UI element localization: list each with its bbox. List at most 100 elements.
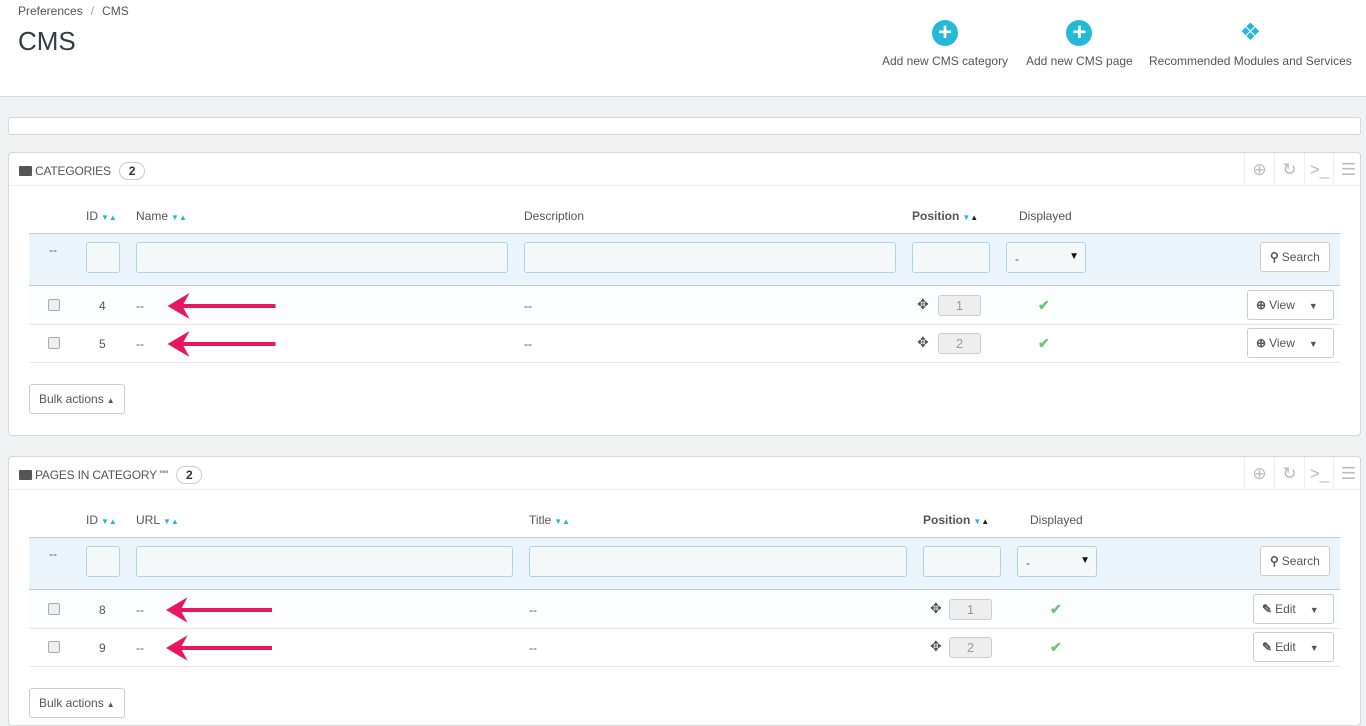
zoom-in-icon: ⊕	[1256, 298, 1267, 312]
column-header-name[interactable]: Name ▼▲	[136, 209, 187, 223]
row-url: --	[136, 641, 144, 655]
sort-asc-icon[interactable]: ▲	[970, 213, 978, 222]
column-header-label: Displayed	[1030, 513, 1083, 527]
sort-desc-icon[interactable]: ▼	[101, 213, 109, 222]
search-button[interactable]: ⚲ Search	[1260, 242, 1330, 272]
sort-asc-icon[interactable]: ▲	[109, 517, 117, 526]
refresh-icon[interactable]: ↻	[1274, 153, 1304, 186]
row-checkbox[interactable]	[48, 641, 60, 653]
column-header-id[interactable]: ID ▼▲	[86, 209, 117, 223]
pencil-icon: ✎	[1262, 640, 1273, 654]
sort-asc-icon[interactable]: ▲	[562, 517, 570, 526]
plus-circle-icon: +	[932, 20, 959, 46]
position-value: 1	[938, 295, 981, 316]
move-handle-icon[interactable]: ✥	[917, 296, 929, 313]
filter-row: -- - ▼ ⚲ Search	[29, 233, 1340, 286]
column-header-url[interactable]: URL ▼▲	[136, 513, 179, 527]
filter-position-input[interactable]	[912, 242, 990, 273]
column-header-id[interactable]: ID ▼▲	[86, 513, 117, 527]
row-checkbox[interactable]	[48, 603, 60, 615]
filter-displayed-select[interactable]: - ▼	[1017, 546, 1097, 577]
table-row: 8 -- -- ✥ 1 ✔ ✎ Edit ▼	[29, 591, 1340, 629]
chevron-down-icon: ▼	[1080, 555, 1090, 566]
breadcrumb-preferences[interactable]: Preferences	[18, 4, 83, 18]
add-cms-page-label: Add new CMS page	[1026, 54, 1133, 68]
move-handle-icon[interactable]: ✥	[917, 334, 929, 351]
row-id: 4	[99, 299, 106, 313]
column-header-title[interactable]: Title ▼▲	[529, 513, 570, 527]
filter-name-input[interactable]	[136, 242, 508, 273]
edit-button[interactable]: ✎ Edit ▼	[1253, 632, 1334, 662]
view-button[interactable]: ⊕ View ▼	[1247, 328, 1334, 358]
database-icon[interactable]: ☰	[1333, 457, 1363, 490]
move-handle-icon[interactable]: ✥	[930, 638, 942, 655]
view-button[interactable]: ⊕ View ▼	[1247, 290, 1334, 320]
filter-title-input[interactable]	[529, 546, 907, 577]
column-header-label: Displayed	[1019, 209, 1072, 223]
row-checkbox[interactable]	[48, 337, 60, 349]
add-cms-category-button[interactable]: + Add new CMS category	[882, 20, 1008, 69]
sort-asc-icon[interactable]: ▲	[171, 517, 179, 526]
check-icon[interactable]: ✔	[1038, 297, 1050, 314]
filter-id-input[interactable]	[86, 546, 120, 577]
sort-asc-icon[interactable]: ▲	[109, 213, 117, 222]
sort-asc-icon[interactable]: ▲	[179, 213, 187, 222]
filter-displayed-select[interactable]: - ▼	[1006, 242, 1086, 273]
breadcrumb-cms: CMS	[102, 4, 129, 18]
refresh-icon[interactable]: ↻	[1274, 457, 1304, 490]
bulk-actions-label: Bulk actions	[39, 696, 104, 710]
sort-desc-icon[interactable]: ▼	[554, 517, 562, 526]
search-icon: ⚲	[1270, 554, 1279, 568]
recommended-modules-button[interactable]: ❖ Recommended Modules and Services	[1149, 20, 1352, 69]
panel-pages: Pages in category "" 2 ⊕ ↻ >_ ☰ ID ▼▲ URL ▼▲ Title…	[8, 456, 1361, 726]
bulk-actions-label: Bulk actions	[39, 392, 104, 406]
caret-down-icon[interactable]: ▼	[1310, 605, 1319, 615]
column-header-position[interactable]: Position ▼▲	[923, 513, 989, 527]
bulk-actions-button[interactable]: Bulk actions ▲	[29, 384, 125, 414]
terminal-icon[interactable]: >_	[1304, 457, 1334, 490]
caret-down-icon[interactable]: ▼	[1309, 339, 1318, 349]
edit-button[interactable]: ✎ Edit ▼	[1253, 594, 1334, 624]
filter-description-input[interactable]	[524, 242, 896, 273]
action-label: Edit	[1275, 640, 1296, 654]
column-header-label: Position	[923, 513, 971, 527]
filter-id-input[interactable]	[86, 242, 120, 273]
row-checkbox[interactable]	[48, 299, 60, 311]
recommended-modules-label: Recommended Modules and Services	[1149, 54, 1352, 68]
folder-icon	[19, 470, 32, 480]
sort-desc-icon[interactable]: ▼	[171, 213, 179, 222]
action-label: Edit	[1275, 602, 1296, 616]
move-handle-icon[interactable]: ✥	[930, 600, 942, 617]
folder-icon	[19, 166, 32, 176]
info-strip	[8, 117, 1361, 135]
search-button[interactable]: ⚲ Search	[1260, 546, 1330, 576]
column-header-label: Position	[912, 209, 960, 223]
filter-position-input[interactable]	[923, 546, 1001, 577]
database-icon[interactable]: ☰	[1333, 153, 1363, 186]
check-icon[interactable]: ✔	[1050, 639, 1062, 656]
add-cms-page-button[interactable]: + Add new CMS page	[1026, 20, 1133, 69]
column-header-position[interactable]: Position ▼▲	[912, 209, 978, 223]
sort-asc-icon[interactable]: ▲	[981, 517, 989, 526]
action-label: View	[1269, 336, 1295, 350]
row-description: --	[524, 337, 532, 351]
sort-desc-icon[interactable]: ▼	[101, 517, 109, 526]
filter-url-input[interactable]	[136, 546, 513, 577]
caret-down-icon[interactable]: ▼	[1309, 301, 1318, 311]
sort-desc-icon[interactable]: ▼	[163, 517, 171, 526]
annotation-arrow-icon	[164, 633, 272, 666]
row-id: 9	[99, 641, 106, 655]
caret-down-icon[interactable]: ▼	[1310, 643, 1319, 653]
check-icon[interactable]: ✔	[1038, 335, 1050, 352]
panel-title-text: Categories	[35, 164, 111, 178]
panel-categories: Categories 2 ⊕ ↻ >_ ☰ ID ▼▲ Name ▼▲ Description Pos…	[8, 152, 1361, 436]
plus-circle-icon[interactable]: ⊕	[1244, 457, 1274, 490]
column-header-label: URL	[136, 513, 161, 527]
bulk-actions-button[interactable]: Bulk actions ▲	[29, 688, 125, 718]
terminal-icon[interactable]: >_	[1304, 153, 1334, 186]
check-icon[interactable]: ✔	[1050, 601, 1062, 618]
panel-title: Categories 2	[19, 162, 146, 180]
plus-circle-icon[interactable]: ⊕	[1244, 153, 1274, 186]
row-id: 5	[99, 337, 106, 351]
caret-up-icon: ▲	[106, 396, 115, 405]
